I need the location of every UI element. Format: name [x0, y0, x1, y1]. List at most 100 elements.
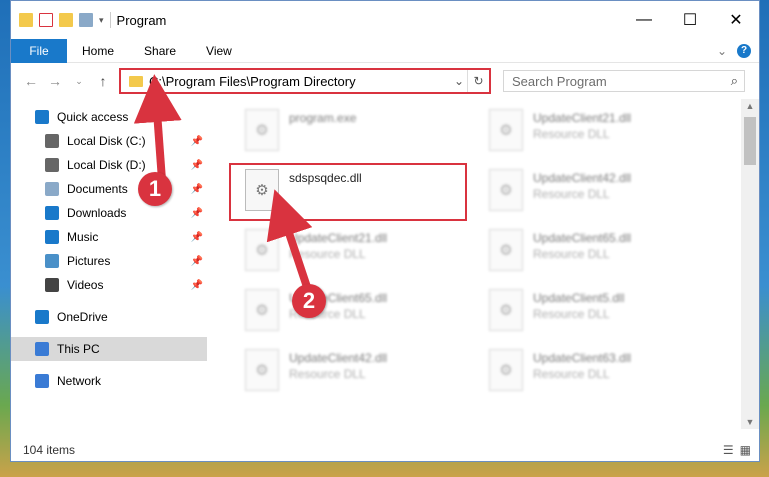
- dll-file-icon: ⚙: [489, 169, 523, 211]
- sidebar-item[interactable]: Documents 📌: [11, 177, 207, 201]
- scrollbar[interactable]: ▲ ▼: [741, 99, 759, 429]
- tab-home[interactable]: Home: [67, 44, 129, 58]
- chevron-down-icon[interactable]: ⌄: [451, 74, 467, 88]
- dll-file-icon: ⚙: [245, 169, 279, 211]
- dll-file-icon: ⚙: [489, 109, 523, 151]
- file-name: program.exe: [289, 111, 357, 125]
- search-input[interactable]: Search Program ⌕: [503, 70, 745, 92]
- details-view-icon[interactable]: ☰: [723, 443, 734, 457]
- file-name: sdspsqdec.dll: [289, 171, 362, 185]
- music-icon: [45, 230, 59, 244]
- sidebar-item[interactable]: Downloads 📌: [11, 201, 207, 225]
- file-text: UpdateClient21.dll Resource DLL: [533, 109, 631, 141]
- file-name: UpdateClient42.dll: [289, 351, 388, 365]
- scroll-up-icon[interactable]: ▲: [741, 101, 759, 111]
- file-type: Resource DLL: [533, 367, 610, 381]
- dll-file-icon: ⚙: [245, 289, 279, 331]
- title-separator: [109, 12, 111, 28]
- pin-icon[interactable]: 📌: [191, 136, 203, 147]
- sidebar-item[interactable]: This PC: [11, 337, 207, 361]
- ribbon-right: ⌄ ?: [717, 43, 751, 58]
- computer-icon: [35, 342, 49, 356]
- navigation-pane: Quick access Local Disk (C:) 📌 Local Disk (…: [11, 99, 207, 441]
- file-type: Resource DLL: [533, 127, 610, 141]
- window-title: Program: [116, 12, 167, 28]
- file-item[interactable]: ⚙ UpdateClient5.dll Resource DLL: [489, 289, 719, 341]
- file-item[interactable]: ⚙ UpdateClient65.dll Resource DLL: [489, 229, 719, 281]
- file-name: UpdateClient63.dll: [533, 351, 632, 365]
- sidebar-item-label: OneDrive: [57, 310, 108, 324]
- status-bar: 104 items ☰ ▦: [11, 439, 759, 461]
- pin-icon[interactable]: 📌: [191, 280, 203, 291]
- file-type: Resource DLL: [533, 307, 610, 321]
- file-item[interactable]: ⚙ UpdateClient21.dll Resource DLL: [489, 109, 719, 161]
- sidebar-item[interactable]: Videos 📌: [11, 273, 207, 297]
- sidebar-item[interactable]: OneDrive: [11, 305, 207, 329]
- navigation-bar: ← → ⌄ ↑ C:\Program Files\Program Directo…: [11, 63, 759, 99]
- scroll-down-icon[interactable]: ▼: [741, 417, 759, 427]
- sidebar-item[interactable]: Quick access: [11, 105, 207, 129]
- pin-icon[interactable]: 📌: [191, 232, 203, 243]
- sidebar-item-label: Quick access: [57, 110, 129, 124]
- address-bar[interactable]: C:\Program Files\Program Directory ⌄ ↻: [119, 68, 491, 94]
- file-item[interactable]: ⚙ UpdateClient65.dll Resource DLL: [245, 289, 475, 341]
- close-button[interactable]: ✕: [713, 1, 759, 39]
- view-buttons: ☰ ▦: [723, 443, 751, 457]
- callout-2: 2: [292, 284, 326, 318]
- file-text: UpdateClient42.dll Resource DLL: [289, 349, 387, 381]
- drive-icon: [45, 158, 59, 172]
- customize-icon[interactable]: [79, 13, 93, 27]
- large-icons-view-icon[interactable]: ▦: [740, 443, 751, 457]
- up-icon[interactable]: ↑: [91, 73, 115, 89]
- documents-icon: [45, 182, 59, 196]
- pin-icon[interactable]: 📌: [191, 160, 203, 171]
- file-text: sdspsqdec.dll: [289, 169, 362, 187]
- file-item[interactable]: ⚙ UpdateClient42.dll Resource DLL: [489, 169, 719, 221]
- tab-share[interactable]: Share: [129, 44, 191, 58]
- sidebar-item[interactable]: Local Disk (C:) 📌: [11, 129, 207, 153]
- pin-icon[interactable]: 📌: [191, 184, 203, 195]
- file-item[interactable]: ⚙ sdspsqdec.dll: [245, 169, 475, 221]
- dll-file-icon: ⚙: [489, 289, 523, 331]
- help-icon[interactable]: ?: [737, 43, 751, 58]
- file-tab[interactable]: File: [11, 38, 67, 63]
- file-item[interactable]: ⚙ program.exe: [245, 109, 475, 161]
- item-count: 104 items: [23, 443, 76, 457]
- file-item[interactable]: ⚙ UpdateClient42.dll Resource DLL: [245, 349, 475, 401]
- new-folder-icon[interactable]: [59, 13, 73, 27]
- sidebar-item-label: Documents: [67, 182, 128, 196]
- file-item[interactable]: ⚙ UpdateClient21.dll Resource DLL: [245, 229, 475, 281]
- minimize-button[interactable]: —: [621, 1, 667, 39]
- expand-ribbon-icon[interactable]: ⌄: [717, 44, 727, 58]
- forward-icon[interactable]: →: [43, 73, 67, 89]
- file-item[interactable]: ⚙ UpdateClient63.dll Resource DLL: [489, 349, 719, 401]
- file-text: UpdateClient21.dll Resource DLL: [289, 229, 387, 261]
- properties-icon[interactable]: [39, 13, 53, 27]
- sidebar-item[interactable]: Network: [11, 369, 207, 393]
- file-name: UpdateClient42.dll: [533, 171, 632, 185]
- address-path[interactable]: C:\Program Files\Program Directory: [149, 74, 451, 89]
- maximize-button[interactable]: ☐: [667, 1, 713, 39]
- dropdown-icon[interactable]: ▾: [99, 15, 104, 26]
- recent-icon[interactable]: ⌄: [67, 76, 91, 87]
- refresh-icon[interactable]: ↻: [467, 70, 489, 92]
- pin-icon[interactable]: 📌: [191, 256, 203, 267]
- dll-file-icon: ⚙: [245, 349, 279, 391]
- sidebar-item-label: Downloads: [67, 206, 127, 220]
- sidebar-item[interactable]: Local Disk (D:) 📌: [11, 153, 207, 177]
- pin-icon[interactable]: 📌: [191, 208, 203, 219]
- file-name: UpdateClient65.dll: [533, 231, 632, 245]
- file-list: ⚙ program.exe ⚙ UpdateClient21.dll Resource …: [207, 99, 741, 427]
- sidebar-item[interactable]: Pictures 📌: [11, 249, 207, 273]
- file-name: UpdateClient21.dll: [533, 111, 632, 125]
- explorer-window: ▾ Program — ☐ ✕ File Home Share View ⌄ ?…: [10, 0, 760, 462]
- callout-1: 1: [138, 172, 172, 206]
- videos-icon: [45, 278, 59, 292]
- dll-file-icon: ⚙: [245, 109, 279, 151]
- tab-view[interactable]: View: [191, 44, 247, 58]
- back-icon[interactable]: ←: [19, 73, 43, 89]
- file-name: UpdateClient21.dll: [289, 231, 388, 245]
- sidebar-item[interactable]: Music 📌: [11, 225, 207, 249]
- cloud-icon: [35, 310, 49, 324]
- scroll-thumb[interactable]: [744, 117, 756, 165]
